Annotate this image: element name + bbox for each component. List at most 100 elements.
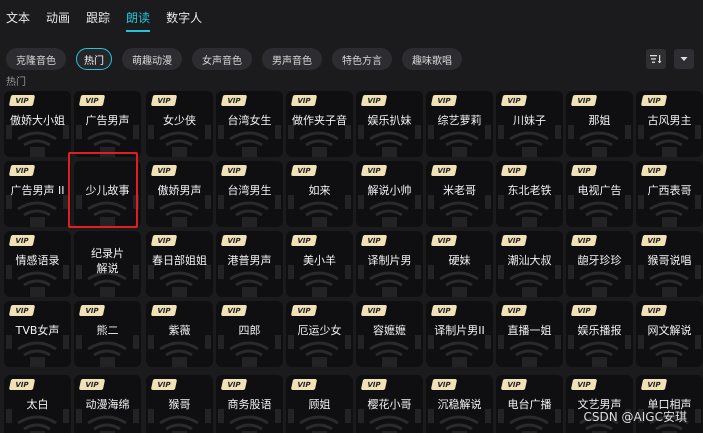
voice-tile[interactable]: VIP 厄运少女 [286,301,353,367]
voice-tile[interactable]: VIP 太白 [4,375,71,433]
voice-tile[interactable]: VIP 商务股语 [216,375,283,433]
voice-tile[interactable]: VIP 娱乐扒妹 [356,91,423,157]
vip-badge: VIP [430,305,458,316]
vip-badge: VIP [500,235,528,246]
voice-tile[interactable]: VIP 春日部姐姐 [146,231,213,297]
category-chip-3[interactable]: 女声音色 [192,48,252,70]
voice-tile[interactable]: VIP 那姐 [566,91,633,157]
vip-badge: VIP [500,305,528,316]
voice-tile-label: 美小羊 [303,254,336,267]
voice-tile-label: 广告男声 II [10,184,65,197]
category-chip-4[interactable]: 男声音色 [262,48,322,70]
voice-tile[interactable]: VIP 樱花小哥 [356,375,423,433]
filter-sort-icon [650,55,662,64]
filter-sort-button[interactable] [646,49,666,69]
vip-badge: VIP [570,95,598,106]
voice-tile[interactable]: VIP 娱乐播报 [566,301,633,367]
vip-badge: VIP [360,235,388,246]
voice-tile[interactable]: VIP 米老哥 [426,161,493,227]
vip-badge: VIP [570,305,598,316]
voice-tile-label: 潮汕大叔 [507,254,552,267]
voice-tile[interactable]: VIP 东北老铁 [496,161,563,227]
voice-tile[interactable]: VIP 综艺萝莉 [426,91,493,157]
voice-tile[interactable]: VIP 直播一姐 [496,301,563,367]
voice-tile-label: 春日部姐姐 [152,254,207,267]
voice-tile[interactable]: VIP 猴哥 [146,375,213,433]
vip-badge: VIP [360,305,388,316]
vip-badge: VIP [570,165,598,176]
voice-tile-label: 容嬷嬷 [373,324,406,337]
voice-tile[interactable]: VIP 译制片男II [426,301,493,367]
tab-4[interactable]: 数字人 [166,0,202,36]
vip-badge: VIP [78,379,106,390]
voice-tile[interactable]: VIP 台湾女生 [216,91,283,157]
category-chip-6[interactable]: 趣味歌唱 [402,48,462,70]
voice-tile-label: 太白 [26,398,49,411]
voice-tile-label: 硬妹 [448,254,471,267]
voice-tile[interactable]: VIP 港普男声 [216,231,283,297]
voice-tile[interactable]: VIP 龅牙珍珍 [566,231,633,297]
category-chip-5[interactable]: 特色方言 [332,48,392,70]
vip-badge: VIP [290,379,318,390]
voice-tile[interactable]: VIP 容嬷嬷 [356,301,423,367]
voice-tile-label: TVB女声 [15,324,60,337]
voice-tile[interactable]: VIP 解说小帅 [356,161,423,227]
voice-tile[interactable]: VIP 译制片男 [356,231,423,297]
voice-tile-label: 台湾男生 [227,184,272,197]
voice-tile[interactable]: VIP 广告男声 [74,91,141,157]
voice-tile[interactable]: VIP 电视广告 [566,161,633,227]
voice-tile[interactable]: 少儿故事 [74,161,141,227]
voice-tile[interactable]: VIP 硬妹 [426,231,493,297]
voice-tile[interactable]: VIP 古风男主 [636,91,703,157]
vip-badge: VIP [500,379,528,390]
vip-badge: VIP [8,379,36,390]
tab-3[interactable]: 朗读 [126,0,151,36]
voice-tile[interactable]: VIP 川妹子 [496,91,563,157]
category-chip-1[interactable]: 热门 [76,48,112,70]
voice-tile[interactable]: VIP 四郎 [216,301,283,367]
voice-tile[interactable]: 纪录片 解说 [74,231,141,297]
dropdown-button[interactable] [674,49,694,69]
vip-badge: VIP [8,165,36,176]
voice-tile-label: 广西表哥 [647,184,692,197]
voice-tile[interactable]: VIP 网文解说 [636,301,703,367]
voice-tile-label: 娱乐扒妹 [367,114,412,127]
tab-2[interactable]: 跟踪 [86,0,110,36]
voice-tile[interactable]: VIP 傲娇大小姐 [4,91,71,157]
voice-tile[interactable]: VIP 顾姐 [286,375,353,433]
voice-tile[interactable]: VIP 美小羊 [286,231,353,297]
voice-tile[interactable]: VIP 做作夹子音 [286,91,353,157]
voice-tile[interactable]: VIP 潮汕大叔 [496,231,563,297]
voice-tile[interactable]: VIP 如来 [286,161,353,227]
category-chip-0[interactable]: 克隆音色 [6,48,66,70]
watermark: CSDN @AIGC安琪 [583,410,687,424]
voice-tile[interactable]: VIP 猴哥说唱 [636,231,703,297]
voice-tile[interactable]: VIP 广告男声 II [4,161,71,227]
voice-tile[interactable]: VIP 台湾男生 [216,161,283,227]
vip-badge: VIP [290,165,318,176]
voice-tile-label: 电台广播 [507,398,552,411]
voice-tile[interactable]: VIP TVB女声 [4,301,71,367]
voice-tile[interactable]: VIP 傲娇男声 [146,161,213,227]
vip-badge: VIP [290,95,318,106]
voice-tile-label: 译制片男 [367,254,412,267]
vip-badge: VIP [150,379,178,390]
vip-badge: VIP [78,95,106,106]
voice-tile[interactable]: VIP 沉稳解说 [426,375,493,433]
voice-tile[interactable]: VIP 熊二 [74,301,141,367]
vip-badge: VIP [640,305,668,316]
voice-tile[interactable]: VIP 广西表哥 [636,161,703,227]
voice-tile-label: 解说小帅 [367,184,412,197]
voice-tile-label: 那姐 [588,114,611,127]
voice-tile[interactable]: VIP 电台广播 [496,375,563,433]
voice-tile-label: 综艺萝莉 [437,114,482,127]
voice-tile[interactable]: VIP 情感语录 [4,231,71,297]
voice-tile[interactable]: VIP 动漫海绵 [74,375,141,433]
voice-tile[interactable]: VIP 女少侠 [146,91,213,157]
category-chip-2[interactable]: 萌趣动漫 [122,48,182,70]
vip-badge: VIP [430,95,458,106]
voice-tile-label: 熊二 [96,324,119,337]
tab-1[interactable]: 动画 [46,0,70,36]
tab-0[interactable]: 文本 [6,0,30,36]
voice-tile[interactable]: VIP 紫薇 [146,301,213,367]
